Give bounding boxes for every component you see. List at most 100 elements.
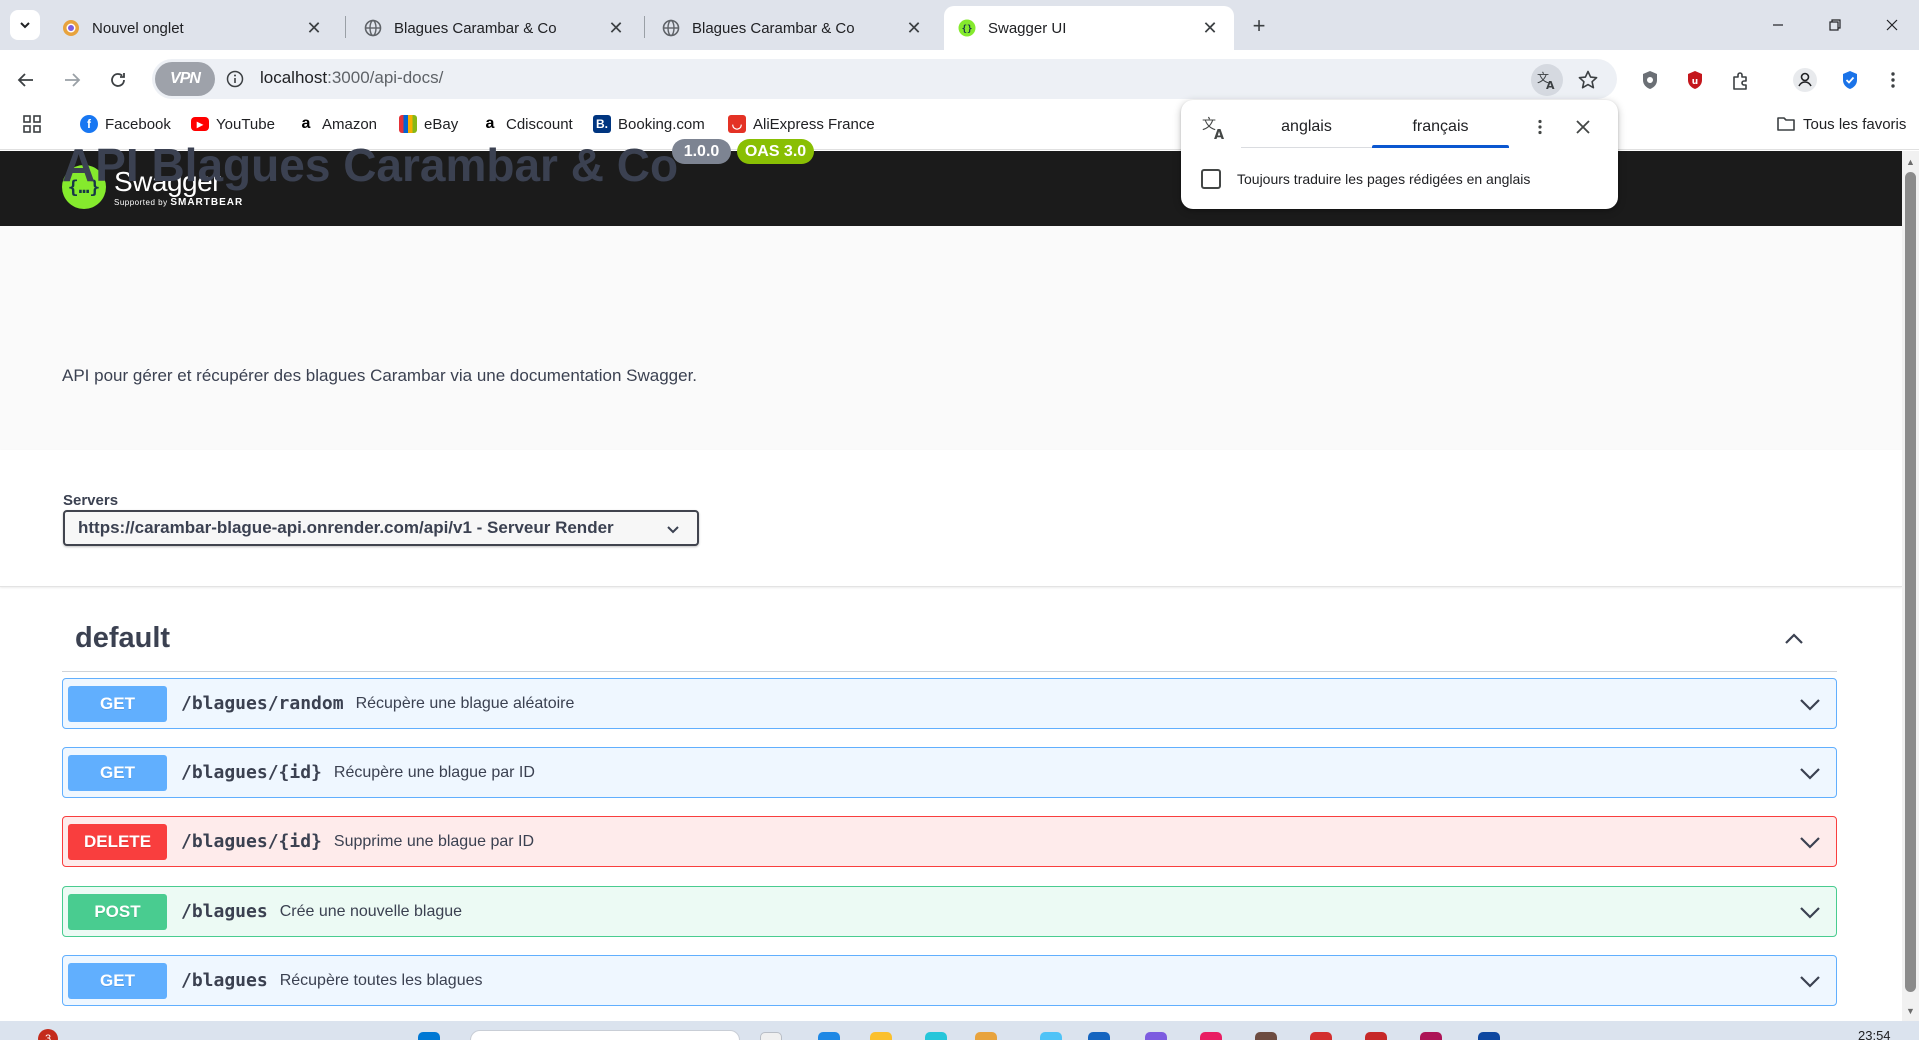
translate-close-button[interactable] [1571, 115, 1595, 139]
tab-blagues-1[interactable]: Blagues Carambar & Co ✕ [350, 6, 640, 50]
taskbar-app-icon[interactable] [1478, 1032, 1500, 1040]
bookmark-booking[interactable]: B. Booking.com [593, 113, 705, 135]
minimize-button[interactable] [1758, 10, 1798, 40]
source-language-tab[interactable]: anglais [1241, 118, 1372, 136]
extension-ublock-button[interactable]: u [1679, 64, 1711, 96]
vpn-button[interactable]: VPN [155, 62, 215, 96]
grid-icon [23, 115, 41, 133]
forward-button[interactable] [56, 64, 88, 96]
tab-title: Swagger UI [988, 19, 1067, 37]
plus-icon: + [1252, 13, 1266, 38]
operation-get-blagues[interactable]: GET /blagues Récupère toutes les blagues [62, 955, 1837, 1006]
chevron-up-icon[interactable] [1781, 626, 1807, 652]
facebook-icon: f [80, 115, 98, 133]
chevron-down-icon[interactable] [1798, 970, 1822, 992]
close-window-button[interactable] [1872, 10, 1912, 40]
bookmark-label: Cdiscount [506, 115, 573, 133]
operation-get-blagues-id[interactable]: GET /blagues/{id} Récupère une blague pa… [62, 747, 1837, 798]
operation-path: /blagues/{id} [181, 762, 322, 783]
info-section [0, 226, 1902, 450]
method-badge: DELETE [68, 823, 167, 860]
taskbar-app-icon[interactable] [1200, 1032, 1222, 1040]
operation-path: /blagues [181, 970, 268, 991]
taskbar-search[interactable] [470, 1030, 740, 1040]
taskbar-app-icon[interactable] [1255, 1032, 1277, 1040]
browser-menu-button[interactable] [1877, 64, 1909, 96]
taskbar-app-icon[interactable] [870, 1032, 892, 1040]
chevron-down-icon [667, 526, 679, 534]
bookmark-label: AliExpress France [753, 115, 875, 133]
tab-search-button[interactable] [10, 10, 40, 40]
back-button[interactable] [10, 64, 42, 96]
taskbar-app-icon[interactable] [1088, 1032, 1110, 1040]
new-tab-button[interactable]: + [1245, 12, 1273, 40]
more-vertical-icon [1538, 119, 1542, 135]
all-bookmarks-button[interactable]: Tous les favoris [1776, 113, 1906, 135]
close-icon[interactable]: ✕ [1200, 18, 1220, 38]
taskbar-app-icon[interactable] [975, 1032, 997, 1040]
taskbar-app-icon[interactable] [1310, 1032, 1332, 1040]
bookmark-label: YouTube [216, 115, 275, 133]
chevron-down-icon[interactable] [1798, 762, 1822, 784]
oas-badge: OAS 3.0 [737, 139, 814, 164]
shield-gear-icon [1643, 71, 1657, 89]
taskbar-app-icon[interactable] [925, 1032, 947, 1040]
bookmark-star-button[interactable] [1572, 64, 1604, 96]
close-icon[interactable]: ✕ [904, 18, 924, 38]
version-badge: 1.0.0 [672, 139, 731, 164]
task-view-icon[interactable] [760, 1032, 782, 1040]
more-vertical-icon [1891, 72, 1895, 88]
apps-button[interactable] [22, 113, 42, 135]
extension-shield-button[interactable] [1634, 64, 1666, 96]
star-icon [1578, 70, 1598, 89]
method-badge: GET [68, 685, 167, 722]
bookmark-cdiscount[interactable]: a Cdiscount [481, 113, 573, 135]
arrow-right-icon [65, 73, 81, 87]
close-icon[interactable]: ✕ [304, 18, 324, 38]
chevron-down-icon[interactable] [1798, 831, 1822, 853]
always-translate-checkbox[interactable] [1201, 169, 1221, 189]
chevron-down-icon[interactable] [1798, 693, 1822, 715]
cdiscount-icon: a [481, 115, 499, 133]
tab-nouvel-onglet[interactable]: Nouvel onglet ✕ [48, 6, 338, 50]
servers-select[interactable]: https://carambar-blague-api.onrender.com… [63, 510, 699, 546]
extensions-button[interactable] [1725, 64, 1757, 96]
taskbar-app-icon[interactable] [1040, 1032, 1062, 1040]
site-info-button[interactable] [222, 66, 248, 92]
aliexpress-icon: ◡ [728, 115, 746, 133]
operation-delete-blagues-id[interactable]: DELETE /blagues/{id} Supprime une blague… [62, 816, 1837, 867]
profile-button[interactable] [1789, 64, 1821, 96]
close-icon[interactable]: ✕ [606, 18, 626, 38]
taskbar-app-icon[interactable] [1145, 1032, 1167, 1040]
svg-text:A: A [1214, 128, 1224, 142]
operation-get-blagues-random[interactable]: GET /blagues/random Récupère une blague … [62, 678, 1837, 729]
taskbar-app-icon[interactable] [1420, 1032, 1442, 1040]
folder-icon [1777, 117, 1795, 131]
reload-button[interactable] [102, 64, 134, 96]
start-icon[interactable] [418, 1032, 440, 1040]
tag-header-default[interactable]: default [62, 608, 1837, 672]
bookmark-amazon[interactable]: a Amazon [297, 113, 377, 135]
scroll-down-arrow[interactable]: ▼ [1904, 1004, 1917, 1017]
scrollbar-thumb[interactable] [1905, 172, 1916, 992]
operation-post-blagues[interactable]: POST /blagues Crée une nouvelle blague [62, 886, 1837, 937]
tab-blagues-2[interactable]: Blagues Carambar & Co ✕ [648, 6, 938, 50]
bookmark-aliexpress[interactable]: ◡ AliExpress France [728, 113, 875, 135]
tab-swagger-ui[interactable]: {} Swagger UI ✕ [944, 6, 1234, 50]
restore-button[interactable] [1815, 10, 1855, 40]
taskbar-app-icon[interactable] [818, 1032, 840, 1040]
bitwarden-button[interactable] [1834, 64, 1866, 96]
bookmark-youtube[interactable]: ▶ YouTube [191, 113, 275, 135]
url-path: :3000/api-docs/ [327, 68, 444, 87]
chevron-down-icon[interactable] [1798, 901, 1822, 923]
scroll-up-arrow[interactable]: ▲ [1904, 155, 1917, 168]
bookmark-ebay[interactable]: eBay [399, 113, 458, 135]
target-language-tab[interactable]: français [1372, 118, 1509, 136]
translate-button[interactable]: 文A [1531, 64, 1563, 96]
swagger-logo-sub: Supported by SMARTBEAR [114, 196, 244, 208]
translate-options-button[interactable] [1528, 115, 1552, 139]
taskbar-app-icon[interactable] [1365, 1032, 1387, 1040]
bookmark-facebook[interactable]: f Facebook [80, 113, 171, 135]
url-text[interactable]: localhost:3000/api-docs/ [260, 68, 443, 88]
svg-text:u: u [1692, 77, 1698, 87]
